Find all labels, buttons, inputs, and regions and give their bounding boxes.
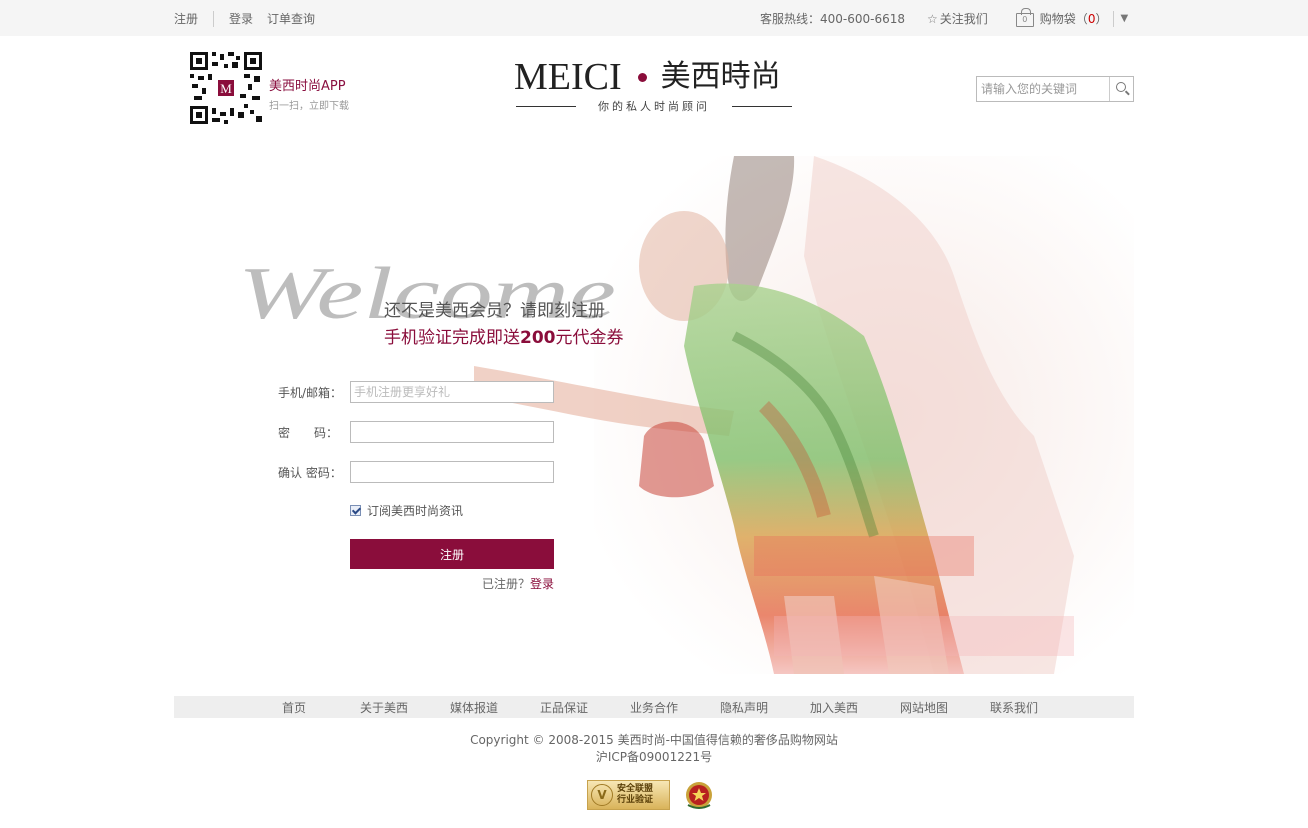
subscribe-label: 订阅美西时尚资讯 bbox=[367, 504, 464, 518]
register-link[interactable]: 注册 bbox=[174, 10, 198, 27]
app-title: 美西时尚APP bbox=[269, 79, 346, 94]
app-download-promo: 美西时尚APP 扫一扫，立即下载 bbox=[269, 75, 349, 112]
dropdown-arrow-icon[interactable]: ▼ bbox=[1120, 13, 1128, 24]
shopping-bag-label: 购物袋（ bbox=[1039, 12, 1088, 26]
login-hint: 已注册？登录 bbox=[481, 577, 554, 591]
login-link[interactable]: 登录 bbox=[229, 10, 253, 27]
verified-icon: V bbox=[591, 784, 613, 806]
divider bbox=[1113, 10, 1115, 27]
account-input[interactable] bbox=[350, 381, 554, 403]
footer-nav-authentic[interactable]: 正品保证 bbox=[540, 699, 588, 716]
footer-nav-media[interactable]: 媒体报道 bbox=[450, 699, 498, 716]
badge-line-1: 安全联盟 bbox=[617, 784, 654, 794]
login-link-bottom[interactable]: 登录 bbox=[530, 577, 554, 591]
svg-text:M: M bbox=[220, 81, 232, 96]
icp-number: 沪ICP备09001221号 bbox=[595, 750, 713, 764]
footer-nav-contact[interactable]: 联系我们 bbox=[990, 699, 1038, 716]
confirm-password-input[interactable] bbox=[350, 461, 554, 483]
footer-nav-sitemap[interactable]: 网站地图 bbox=[900, 699, 948, 716]
logo-dot-icon bbox=[637, 72, 647, 82]
shopping-bag-label-close: ） bbox=[1095, 12, 1108, 26]
footer-nav: 首页 关于美西 媒体报道 正品保证 业务合作 隐私声明 加入美西 网站地图 联系… bbox=[174, 696, 1134, 718]
account-row: 手机/邮箱： bbox=[278, 381, 554, 403]
copyright-block: Copyright © 2008-2015 美西时尚-中国值得信赖的奢侈品购物网… bbox=[0, 732, 1308, 766]
subscribe-option[interactable]: 订阅美西时尚资讯 bbox=[350, 502, 463, 519]
site-logo[interactable]: MEICI 美西時尚 你的私人时尚顾问 bbox=[514, 58, 794, 118]
logo-tagline: 你的私人时尚顾问 bbox=[514, 98, 794, 114]
password-label: 密 码： bbox=[278, 425, 339, 440]
search-input[interactable] bbox=[977, 77, 1109, 101]
footer-nav-business[interactable]: 业务合作 bbox=[630, 699, 678, 716]
copyright-text: Copyright © 2008-2015 美西时尚-中国值得信赖的奢侈品购物网… bbox=[470, 733, 838, 747]
divider bbox=[213, 10, 215, 27]
search-icon bbox=[1116, 82, 1126, 92]
police-emblem-icon[interactable] bbox=[684, 779, 714, 811]
footer-nav-home[interactable]: 首页 bbox=[282, 699, 306, 716]
search-box bbox=[976, 76, 1134, 102]
follow-us-label: 关注我们 bbox=[939, 12, 988, 26]
logo-chinese: 美西時尚 bbox=[660, 59, 781, 94]
register-prompt: 还不是美西会员？请即刻注册 bbox=[384, 301, 605, 321]
register-button[interactable]: 注册 bbox=[350, 539, 554, 569]
voucher-amount: 200 bbox=[520, 328, 556, 348]
password-input[interactable] bbox=[350, 421, 554, 443]
footer-nav-join[interactable]: 加入美西 bbox=[810, 699, 858, 716]
account-label: 手机/邮箱： bbox=[278, 385, 343, 400]
top-bar: 注册 登录 订单查询 客服热线：400-600-6618 ☆ 关注我们 0 购物… bbox=[0, 0, 1308, 36]
top-bar-right: 客服热线：400-600-6618 ☆ 关注我们 0 购物袋（ 0 ） ▼ bbox=[760, 7, 1128, 27]
subscribe-checkbox[interactable] bbox=[350, 505, 361, 516]
customer-hotline: 客服热线：400-600-6618 bbox=[760, 12, 906, 26]
shopping-bag-link[interactable]: 0 购物袋（ 0 ） bbox=[1015, 7, 1108, 27]
footer-nav-about[interactable]: 关于美西 bbox=[360, 699, 408, 716]
password-row: 密 码： bbox=[278, 421, 554, 443]
cart-count: 0 bbox=[1087, 11, 1096, 26]
voucher-promo: 手机验证完成即送200元代金券 bbox=[384, 328, 624, 348]
badge-line-2: 行业验证 bbox=[617, 795, 654, 805]
app-subtitle: 扫一扫，立即下载 bbox=[269, 101, 349, 112]
security-alliance-badge[interactable]: V 安全联盟 行业验证 bbox=[587, 780, 670, 810]
star-icon: ☆ bbox=[927, 11, 938, 26]
confirm-password-row: 确认 密码： bbox=[278, 461, 554, 483]
search-button[interactable] bbox=[1109, 77, 1133, 101]
logo-english: MEICI bbox=[514, 56, 622, 98]
confirm-password-label: 确认 密码： bbox=[278, 465, 342, 480]
top-bar-left-links: 注册 登录 订单查询 bbox=[174, 10, 315, 27]
app-qr-code: M bbox=[190, 52, 262, 124]
shopping-bag-icon: 0 bbox=[1015, 7, 1034, 27]
follow-us-link[interactable]: ☆ 关注我们 bbox=[927, 10, 988, 27]
footer-nav-privacy[interactable]: 隐私声明 bbox=[720, 699, 768, 716]
order-query-link[interactable]: 订单查询 bbox=[267, 10, 315, 27]
